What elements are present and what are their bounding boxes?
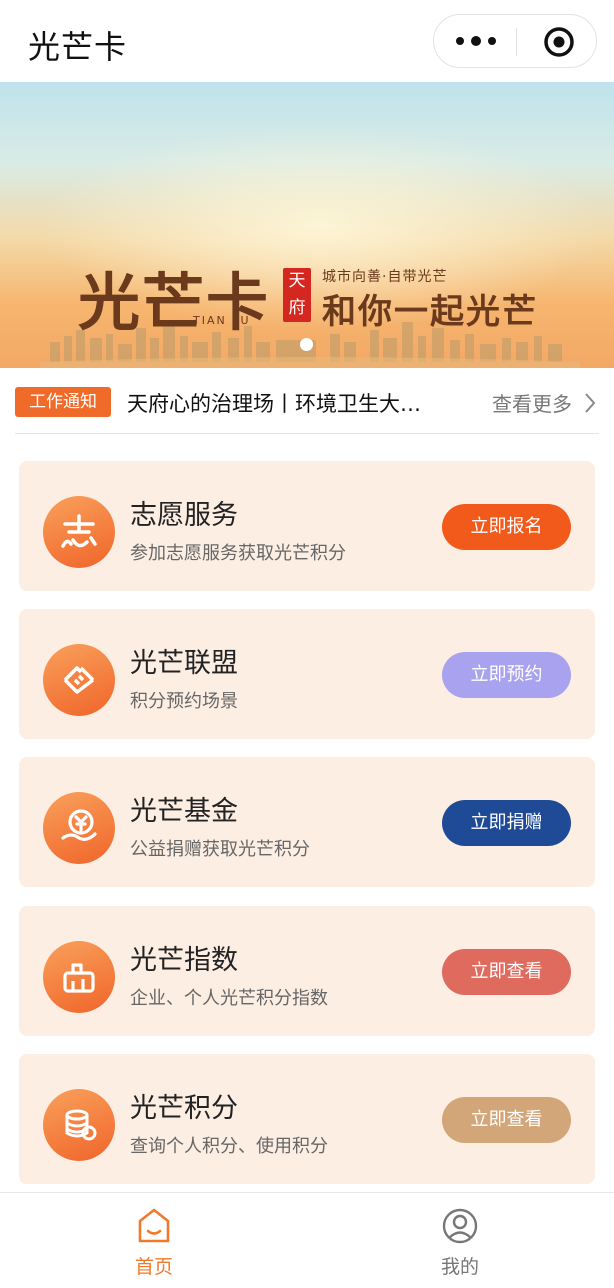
card-volunteer-service[interactable]: 志愿服务 参加志愿服务获取光芒积分 立即报名 bbox=[19, 461, 595, 591]
user-icon bbox=[442, 1208, 478, 1244]
banner-slogan: 和你一起光芒 bbox=[322, 292, 538, 332]
card-title: 光芒联盟 bbox=[130, 648, 238, 679]
card-subtitle: 积分预约场景 bbox=[130, 691, 238, 712]
tab-mine-label: 我的 bbox=[440, 1256, 479, 1278]
banner-tianfu-text: TIAN FU bbox=[193, 314, 251, 327]
tab-home-label: 首页 bbox=[134, 1256, 173, 1278]
view-points-button[interactable]: 立即查看 bbox=[442, 1097, 571, 1143]
carousel-indicator[interactable] bbox=[300, 338, 313, 351]
card-title: 光芒积分 bbox=[130, 1093, 238, 1124]
more-dots-icon bbox=[488, 37, 496, 45]
yen-hand-icon bbox=[43, 792, 115, 864]
card-subtitle: 公益捐赠获取光芒积分 bbox=[130, 839, 310, 860]
page-title: 光芒卡 bbox=[28, 28, 128, 66]
banner-seal: 天府 bbox=[283, 268, 311, 322]
card-index[interactable]: 光芒指数 企业、个人光芒积分指数 立即查看 bbox=[19, 906, 595, 1036]
more-dots-icon bbox=[456, 37, 464, 45]
bottom-tab-bar: 首页 我的 bbox=[0, 1192, 614, 1288]
hero-banner[interactable]: 光芒卡 TIAN FU 天府 城市向善·自带光芒 和你一起光芒 bbox=[0, 82, 614, 368]
card-title: 光芒基金 bbox=[130, 796, 238, 827]
index-icon bbox=[43, 941, 115, 1013]
donate-button[interactable]: 立即捐赠 bbox=[442, 800, 571, 846]
notice-text[interactable]: 天府心的治理场丨环境卫生大… bbox=[127, 388, 447, 418]
close-target-icon[interactable] bbox=[543, 26, 575, 58]
mini-program-capsule bbox=[433, 14, 597, 68]
handshake-icon bbox=[43, 644, 115, 716]
capsule-divider bbox=[516, 28, 517, 56]
more-menu-button[interactable] bbox=[456, 29, 496, 53]
card-fund[interactable]: 光芒基金 公益捐赠获取光芒积分 立即捐赠 bbox=[19, 757, 595, 887]
notice-bar[interactable]: 工作通知 天府心的治理场丨环境卫生大… 查看更多 bbox=[0, 368, 614, 436]
banner-motto: 城市向善·自带光芒 bbox=[322, 269, 448, 285]
volunteer-icon bbox=[43, 496, 115, 568]
signup-button[interactable]: 立即报名 bbox=[442, 504, 571, 550]
home-icon bbox=[138, 1208, 170, 1243]
tab-mine[interactable]: 我的 bbox=[400, 1205, 520, 1283]
card-alliance[interactable]: 光芒联盟 积分预约场景 立即预约 bbox=[19, 609, 595, 739]
card-title: 志愿服务 bbox=[130, 500, 238, 531]
more-dots-icon bbox=[471, 36, 481, 46]
notice-divider bbox=[15, 433, 599, 434]
view-index-button[interactable]: 立即查看 bbox=[442, 949, 571, 995]
reserve-button[interactable]: 立即预约 bbox=[442, 652, 571, 698]
card-points[interactable]: 光芒积分 查询个人积分、使用积分 立即查看 bbox=[19, 1054, 595, 1184]
card-title: 光芒指数 bbox=[130, 945, 238, 976]
notice-tag: 工作通知 bbox=[15, 387, 111, 417]
tab-home[interactable]: 首页 bbox=[94, 1205, 214, 1283]
view-more-link[interactable]: 查看更多 bbox=[492, 388, 572, 417]
banner-title: 光芒卡 bbox=[78, 266, 271, 339]
card-subtitle: 查询个人积分、使用积分 bbox=[130, 1136, 328, 1157]
card-subtitle: 参加志愿服务获取光芒积分 bbox=[130, 543, 346, 564]
nav-bar: 光芒卡 bbox=[0, 0, 614, 82]
coins-icon bbox=[43, 1089, 115, 1161]
chevron-right-icon[interactable] bbox=[583, 392, 597, 414]
card-subtitle: 企业、个人光芒积分指数 bbox=[130, 988, 328, 1009]
